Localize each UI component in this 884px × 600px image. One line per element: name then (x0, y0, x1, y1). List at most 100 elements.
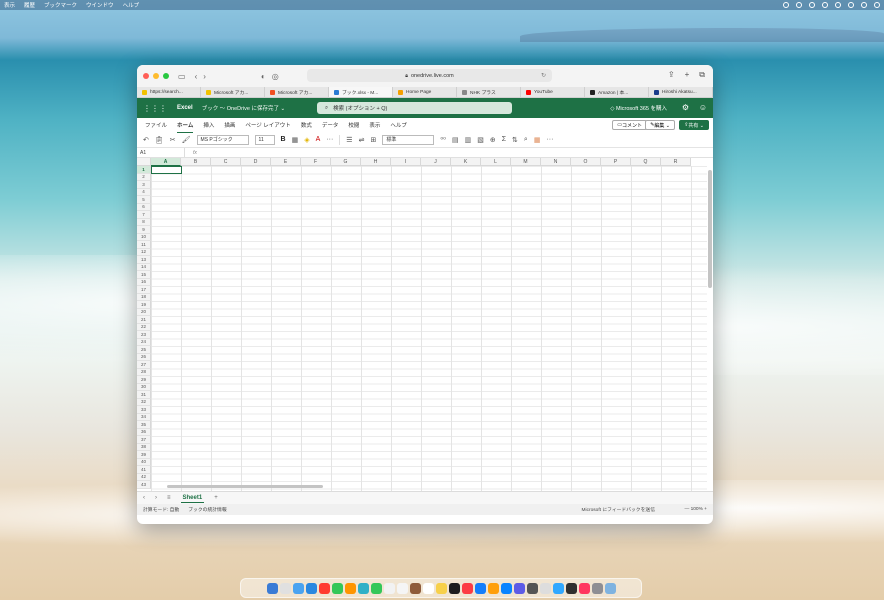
document-title[interactable]: ブック ～ OneDrive に保存完了 ⌄ (202, 104, 285, 112)
sheet-prev-icon[interactable]: ‹ (143, 495, 145, 501)
menu-history[interactable]: 履歴 (24, 1, 35, 9)
app-name[interactable]: Excel (177, 105, 193, 111)
status-icon[interactable] (861, 2, 867, 8)
menu-help[interactable]: ヘルプ (123, 1, 140, 9)
format-painter-icon[interactable]: 🖌︎ (182, 136, 191, 144)
conditional-format-icon[interactable]: ▤ (452, 136, 459, 144)
row-header[interactable]: 18 (137, 293, 151, 301)
browser-tab[interactable]: Microsoft アカ... (265, 87, 329, 97)
column-header[interactable]: A (151, 158, 181, 166)
row-header[interactable]: 38 (137, 443, 151, 451)
row-header[interactable]: 41 (137, 466, 151, 474)
reload-icon[interactable]: ↻ (541, 72, 546, 79)
horizontal-scrollbar[interactable] (167, 485, 323, 488)
row-header[interactable]: 12 (137, 248, 151, 256)
status-icon[interactable] (796, 2, 802, 8)
font-size-select[interactable]: 11 (254, 134, 275, 145)
name-box[interactable]: A1 (137, 148, 185, 157)
sheet-tab[interactable]: Sheet1 (180, 494, 205, 503)
tab-overview-icon[interactable]: ⧉ (699, 70, 705, 80)
status-icon[interactable] (822, 2, 828, 8)
extension-icon[interactable]: ◎ (272, 72, 279, 81)
column-header[interactable]: Q (631, 158, 661, 166)
number-format-select[interactable]: 標準 (382, 134, 435, 145)
row-header[interactable]: 21 (137, 316, 151, 324)
row-header[interactable]: 29 (137, 376, 151, 384)
browser-tab[interactable]: NHK プラス (457, 87, 521, 97)
row-header[interactable]: 16 (137, 278, 151, 286)
dock-app-icon[interactable] (487, 582, 499, 594)
row-header[interactable]: 1 (137, 166, 151, 174)
font-color-icon[interactable]: A (316, 136, 321, 143)
row-header[interactable]: 26 (137, 353, 151, 361)
addin-icon[interactable]: ▦ (534, 136, 541, 144)
share-button[interactable]: ⇪ 共有 ⌄ (679, 120, 709, 130)
merge-icon[interactable]: ⊞ (370, 136, 376, 144)
column-header[interactable]: N (541, 158, 571, 166)
column-header[interactable]: I (391, 158, 421, 166)
column-header[interactable]: P (601, 158, 631, 166)
row-header[interactable]: 25 (137, 346, 151, 354)
ribbon-tab[interactable]: ヘルプ (390, 118, 407, 132)
browser-tab[interactable]: Microsoft アカ... (201, 87, 265, 97)
dock-app-icon[interactable] (422, 582, 434, 594)
close-button[interactable] (143, 73, 149, 79)
back-icon[interactable]: ‹ (195, 72, 198, 81)
row-header[interactable]: 39 (137, 451, 151, 459)
insert-cells-icon[interactable]: ⊕ (490, 136, 496, 144)
menu-bookmarks[interactable]: ブックマーク (44, 1, 77, 9)
dock-app-icon[interactable] (552, 582, 564, 594)
ribbon-tab[interactable]: データ (322, 118, 339, 132)
status-icon[interactable] (835, 2, 841, 8)
column-header[interactable]: M (511, 158, 541, 166)
share-icon[interactable]: ⇪ (668, 70, 675, 80)
ribbon-tab[interactable]: 描画 (224, 118, 235, 132)
sidebar-icon[interactable]: ▭ (178, 72, 186, 81)
more-icon[interactable]: ··· (326, 136, 333, 143)
dock-app-icon[interactable] (591, 582, 603, 594)
address-bar[interactable]: 🔒︎ onedrive.live.com ↻ (307, 69, 552, 82)
dock-app-icon[interactable] (357, 582, 369, 594)
paste-icon[interactable]: 📋︎ (155, 136, 164, 144)
bold-icon[interactable]: B (281, 136, 286, 143)
find-icon[interactable]: ⌕ (524, 136, 528, 144)
row-header[interactable]: 24 (137, 338, 151, 346)
dock-app-icon[interactable] (526, 582, 538, 594)
buy-m365-link[interactable]: ◇ Microsoft 365 を購入 (610, 104, 667, 112)
font-name-select[interactable]: MS Pゴシック (196, 134, 249, 145)
dock-app-icon[interactable] (474, 582, 486, 594)
cut-icon[interactable]: ✂ (170, 136, 176, 144)
search-input[interactable]: ⌕ 検索 (オプション + Q) (317, 102, 512, 114)
ribbon-tab[interactable]: ページ レイアウト (245, 118, 290, 132)
cell-area[interactable] (151, 166, 707, 491)
dock-app-icon[interactable] (409, 582, 421, 594)
row-header[interactable]: 15 (137, 271, 151, 279)
decimal-icon[interactable]: ⁰⁰ (440, 136, 446, 144)
sum-icon[interactable]: Σ (502, 136, 506, 143)
dock-app-icon[interactable] (383, 582, 395, 594)
browser-tab[interactable]: Home Page (393, 87, 457, 97)
dock-app-icon[interactable] (266, 582, 278, 594)
row-header[interactable]: 37 (137, 436, 151, 444)
status-icon[interactable] (809, 2, 815, 8)
settings-icon[interactable]: ⚙ (682, 103, 689, 112)
row-header[interactable]: 32 (137, 398, 151, 406)
dock-app-icon[interactable] (539, 582, 551, 594)
ribbon-tab[interactable]: ファイル (145, 118, 167, 132)
row-header[interactable]: 4 (137, 188, 151, 196)
row-header[interactable]: 3 (137, 181, 151, 189)
sort-filter-icon[interactable]: ⇅ (512, 136, 518, 144)
spreadsheet-grid[interactable]: A B C D E F G H I J K L M N O P Q R 1 2 3 4 5 6 7 8 9 10 11 12 13 14 15 1… (137, 158, 713, 491)
workbook-stats[interactable]: ブックの統計情報 (188, 506, 226, 513)
borders-icon[interactable]: ▦ (292, 136, 299, 144)
dock-app-icon[interactable] (565, 582, 577, 594)
fill-color-icon[interactable]: ◈ (304, 136, 309, 144)
browser-tab[interactable]: Hiroshi Akatsu... (649, 87, 713, 97)
cell-styles-icon[interactable]: ▧ (477, 136, 484, 144)
dock-app-icon[interactable] (279, 582, 291, 594)
add-sheet-icon[interactable]: + (214, 495, 218, 501)
zoom-button[interactable] (163, 73, 169, 79)
dock-app-icon[interactable] (396, 582, 408, 594)
dock-app-icon[interactable] (500, 582, 512, 594)
row-header[interactable]: 34 (137, 413, 151, 421)
